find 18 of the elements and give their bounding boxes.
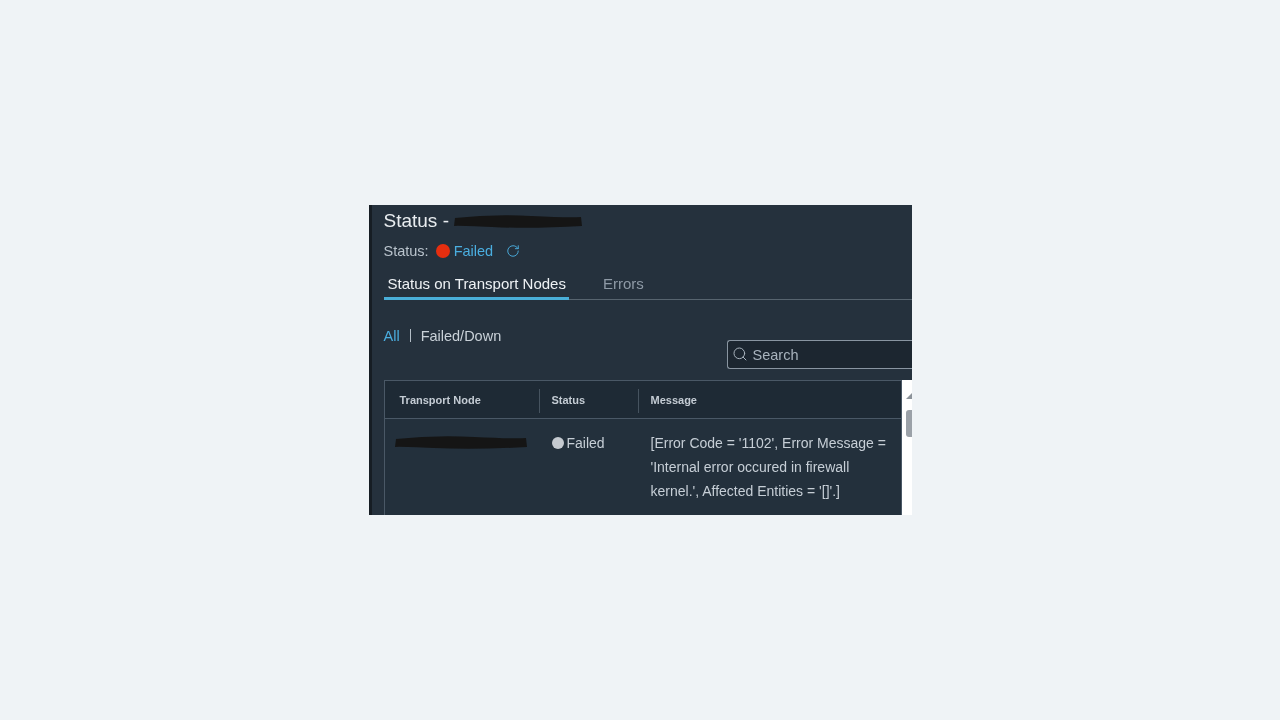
column-header: Message <box>637 381 901 418</box>
status-text: Failed <box>566 435 605 451</box>
status-link[interactable]: Failed <box>453 243 494 259</box>
tab[interactable]: Errors <box>598 275 647 300</box>
filter-link[interactable]: Failed/Down <box>420 327 502 344</box>
scroll-thumb[interactable] <box>905 410 912 437</box>
scrollbar[interactable] <box>901 380 912 515</box>
column-header: Status <box>538 381 638 418</box>
scroll-up-icon[interactable] <box>905 393 912 399</box>
search-icon <box>731 346 748 362</box>
status-label: Status: <box>383 243 429 259</box>
refresh-icon[interactable] <box>506 244 521 258</box>
column-header: Transport Node <box>398 392 482 408</box>
message-cell-text: [Error Code = '1102', Error Message = 'Internal error occured in firewall kernel.', Affected Entities = '[]'.] <box>649 434 887 501</box>
search-field[interactable]: Search <box>726 340 912 369</box>
filter-link[interactable]: All <box>383 327 400 344</box>
panel-title: Status - <box>383 210 449 232</box>
tab[interactable]: Status on Transport Nodes <box>383 275 569 300</box>
